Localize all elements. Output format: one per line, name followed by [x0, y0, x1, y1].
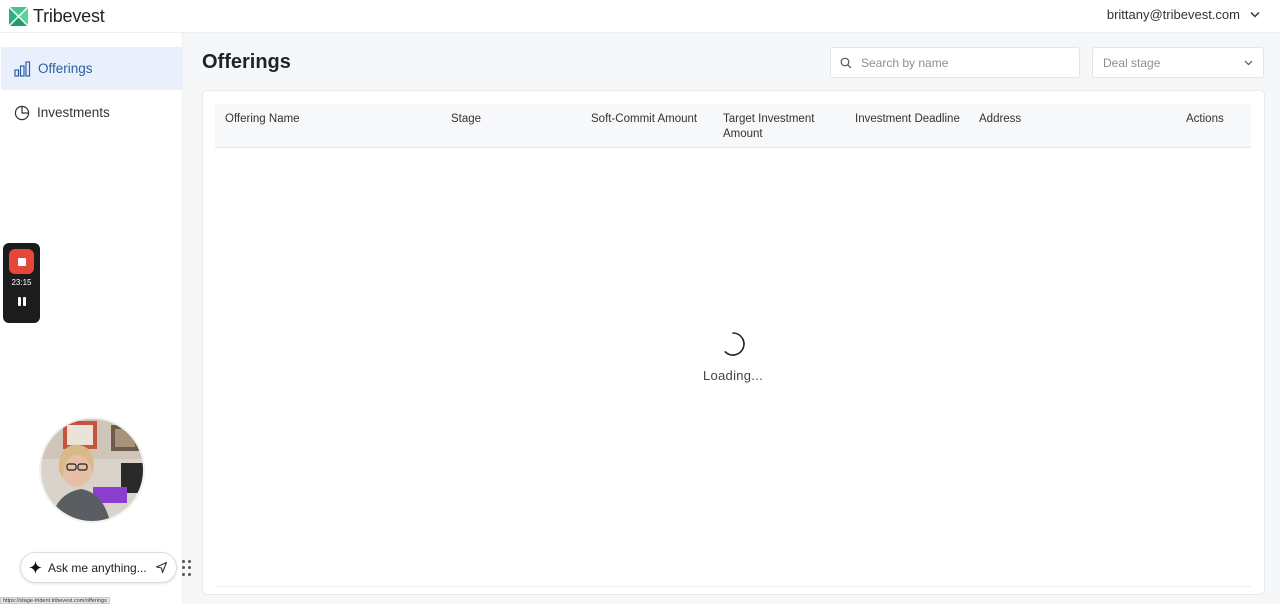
pie-chart-icon: [14, 105, 30, 120]
column-header-target-investment-amount[interactable]: Target Investment Amount: [723, 112, 833, 142]
webcam-person-image: [41, 419, 143, 521]
stop-recording-button[interactable]: [9, 249, 34, 274]
column-header-stage[interactable]: Stage: [451, 112, 481, 127]
chevron-down-icon: [1244, 60, 1253, 65]
brand-name: Tribevest: [33, 5, 105, 26]
loading-text: Loading...: [702, 368, 764, 383]
ask-assistant-placeholder: Ask me anything...: [48, 560, 147, 575]
table-divider: [215, 586, 1251, 587]
loading-indicator: Loading...: [703, 331, 763, 383]
page-title: Offerings: [202, 51, 291, 73]
column-header-actions: Actions: [1186, 113, 1224, 125]
table-header: Offering Name Stage Soft-Commit Amount T…: [215, 104, 1251, 148]
deal-stage-select[interactable]: Deal stage: [1092, 47, 1264, 78]
status-bar-url: https://stage-trident.tribevest.com/offe…: [0, 597, 110, 604]
sidebar-item-label: Offerings: [38, 61, 93, 76]
user-menu[interactable]: brittany@tribevest.com: [1107, 7, 1260, 22]
screen-recorder-widget: 23:15: [3, 243, 40, 323]
top-bar: Tribevest brittany@tribevest.com: [0, 0, 1280, 33]
tribevest-logo-icon: [9, 6, 28, 26]
sidebar-item-label: Investments: [37, 105, 110, 120]
pause-recording-button[interactable]: [15, 294, 28, 308]
send-icon[interactable]: [155, 561, 168, 574]
user-email: brittany@tribevest.com: [1106, 7, 1240, 22]
search-icon: [840, 57, 852, 68]
drag-handle-icon[interactable]: [182, 560, 192, 576]
webcam-preview[interactable]: [39, 417, 145, 523]
ask-assistant-bar[interactable]: Ask me anything...: [20, 552, 177, 583]
search-input[interactable]: [861, 55, 1071, 70]
column-header-address[interactable]: Address: [979, 112, 1021, 127]
sidebar-item-offerings[interactable]: Offerings: [1, 47, 183, 90]
offerings-table-card: Offering Name Stage Soft-Commit Amount T…: [202, 90, 1265, 595]
sparkle-icon: [29, 561, 42, 574]
recording-timer: 23:15: [11, 278, 32, 287]
bar-chart-icon: [14, 60, 31, 77]
brand-logo[interactable]: Tribevest: [9, 5, 105, 27]
main-content: Offerings Deal stage Offering Name Stage…: [183, 33, 1280, 604]
column-header-soft-commit-amount[interactable]: Soft-Commit Amount: [591, 112, 697, 127]
column-header-investment-deadline[interactable]: Investment Deadline: [855, 112, 960, 127]
spinner-icon: [724, 332, 745, 356]
search-field[interactable]: [830, 47, 1080, 78]
column-header-offering-name[interactable]: Offering Name: [225, 112, 300, 127]
deal-stage-placeholder: Deal stage: [1103, 55, 1161, 70]
sidebar-item-investments[interactable]: Investments: [1, 91, 183, 134]
chevron-down-icon: [1250, 12, 1260, 18]
